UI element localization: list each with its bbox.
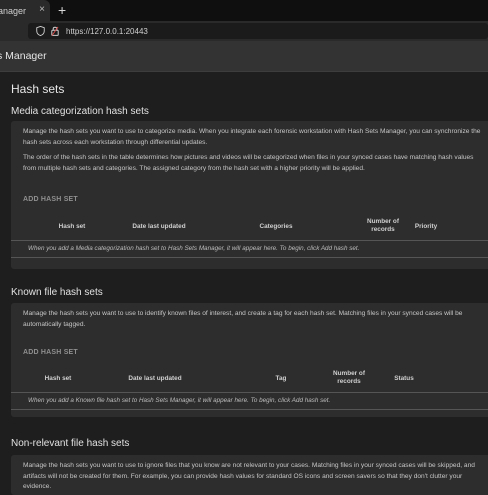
column-header[interactable]: Status: [385, 375, 423, 383]
section-title-media: Media categorization hash sets: [11, 106, 149, 117]
column-header[interactable]: Categories: [248, 223, 304, 231]
column-header[interactable]: Hash set: [37, 375, 79, 383]
table-empty-row: When you add a Known file hash set to Ha…: [11, 393, 488, 410]
section-description: The order of the hash sets in the table …: [23, 154, 474, 172]
column-header[interactable]: Date last updated: [119, 223, 199, 231]
browser-tab-strip: anager × +: [0, 0, 488, 21]
column-header[interactable]: Priority: [407, 223, 445, 231]
page-title: Hash sets: [11, 82, 65, 96]
non-relevant-hash-sets-card: Manage the hash sets you want to use to …: [11, 455, 488, 495]
known-hash-sets-card: Manage the hash sets you want to use to …: [11, 303, 488, 417]
table-empty-row: When you add a Media categorization hash…: [11, 241, 488, 258]
url-text: https://127.0.0.1:20443: [66, 26, 148, 36]
address-bar[interactable]: https://127.0.0.1:20443: [28, 23, 488, 39]
section-description: Manage the hash sets you want to use to …: [23, 310, 463, 328]
section-description: Manage the hash sets you want to use to …: [23, 462, 475, 491]
column-header[interactable]: Hash set: [51, 223, 93, 231]
add-hash-set-button[interactable]: ADD HASH SET: [23, 196, 78, 203]
media-hash-sets-card: Manage the hash sets you want to use to …: [11, 121, 488, 269]
column-header[interactable]: Tag: [267, 375, 295, 383]
lock-icon: [51, 26, 59, 36]
browser-toolbar: https://127.0.0.1:20443: [0, 21, 488, 41]
shield-icon: [36, 26, 45, 36]
section-title-non-relevant: Non-relevant file hash sets: [11, 438, 130, 449]
section-description: Manage the hash sets you want to use to …: [23, 128, 481, 146]
tab-title: anager: [0, 5, 27, 16]
close-icon[interactable]: ×: [39, 4, 45, 15]
browser-tab[interactable]: anager ×: [0, 0, 50, 21]
table-header: Hash set Date last updated Categories Nu…: [11, 215, 488, 241]
empty-message: When you add a Known file hash set to Ha…: [28, 397, 331, 404]
empty-message: When you add a Media categorization hash…: [28, 245, 360, 252]
column-header[interactable]: Number of records: [329, 370, 369, 386]
app-title: s Manager: [0, 50, 47, 62]
table-header: Hash set Date last updated Tag Number of…: [11, 367, 488, 393]
section-title-known: Known file hash sets: [11, 287, 103, 298]
column-header[interactable]: Number of records: [363, 218, 403, 234]
add-hash-set-button[interactable]: ADD HASH SET: [23, 349, 78, 356]
app-header: s Manager: [0, 41, 488, 72]
new-tab-icon[interactable]: +: [58, 2, 66, 18]
column-header[interactable]: Date last updated: [115, 375, 195, 383]
